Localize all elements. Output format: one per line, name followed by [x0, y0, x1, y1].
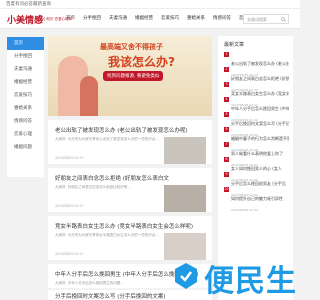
rank-badge: 10 [224, 187, 229, 192]
article-thumbnail[interactable] [164, 185, 206, 212]
article-date: 2023/08/05 02:11 [55, 252, 84, 256]
latest-article-date: 2023/08/05 02:04 [231, 208, 258, 212]
nav-item[interactable]: 婆媳关系 [187, 15, 205, 21]
article-excerpt: 大家好, 今天来为大家分享竞女半路表白女生怎么办的一些知识点... [55, 233, 159, 237]
nav-item[interactable]: 夫妻沟通 [109, 15, 127, 21]
nav-item[interactable]: 恋爱技巧 [161, 15, 179, 21]
article-thumbnail[interactable] [164, 137, 206, 164]
nav-item[interactable]: 婚姻经营 [135, 15, 153, 21]
rank-badge: 7 [224, 142, 229, 147]
category-sidebar: 首页 分手挽回 夫妻沟通 婚姻经营 恋爱技巧 婆媳关系 情感问答 恋爱心理 婚姻… [7, 37, 44, 177]
search-placeholder: 关键词搜索 [247, 17, 267, 22]
rank-badge: 1 [224, 52, 229, 57]
rank-badge: 4 [224, 97, 229, 102]
sidebar-item[interactable]: 婚姻经营 [7, 76, 44, 89]
article-date: 2023/08/05 02:13 [55, 156, 84, 160]
sidebar-item[interactable]: 恋爱技巧 [7, 89, 44, 102]
rank-badge: 3 [224, 82, 229, 87]
nav-item[interactable]: 首页 [66, 15, 75, 21]
latest-article-title[interactable]: 如何提升自己的魅力吸引异性 [231, 196, 289, 202]
article-excerpt: 大家好, 今天来为大家分享老公出轨了被发现怎么办的一些知识点... [55, 137, 159, 141]
watermark-icon [175, 263, 197, 289]
top-bar-text: 百度有问必答最新查询 [6, 2, 51, 7]
search-icon[interactable] [281, 17, 286, 22]
article-card[interactable]: 好朋友之间表白念怎么拒绝 (好朋友怎么表白文 大家好, 好朋友之间表白应该怎么拒… [48, 168, 212, 212]
rank-badge: 5 [224, 112, 229, 117]
sidebar-item[interactable]: 夫妻沟通 [7, 63, 44, 76]
latest-article-item[interactable]: 10如何提升自己的魅力吸引异性 2023/08/05 02:04 [224, 187, 292, 212]
sidebar-item[interactable]: 情感问答 [7, 115, 44, 128]
article-excerpt: 大家好, 好朋友之间表白应该怎么拒绝比较好呢... [55, 185, 131, 189]
article-excerpt: 大家好, 中年人分手后怎么挽回男生的问题... [55, 281, 124, 285]
sidebar-item[interactable]: 婚姻问题 [7, 141, 44, 154]
sidebar-item-home[interactable]: 首页 [7, 37, 44, 50]
article-card[interactable]: 老公出轨了被发现怎么办 (老公出轨了被发现怎么办呢) 大家好, 今天来为大家分享… [48, 120, 212, 164]
sidebar-item[interactable]: 婆媳关系 [7, 102, 44, 115]
nav-item[interactable]: 情感问答 [213, 15, 231, 21]
article-title[interactable]: 老公出轨了被发现怎么办 (老公出轨了被发现怎么办呢) [55, 126, 188, 134]
rank-badge: 6 [224, 127, 229, 132]
rank-badge: 9 [224, 172, 229, 177]
top-bar: 百度有问必答最新查询 [0, 0, 300, 9]
search-input[interactable]: 关键词搜索 [243, 14, 289, 24]
article-title[interactable]: 好朋友之间表白念怎么拒绝 (好朋友怎么表白文 [55, 174, 169, 182]
banner-illustration-child [80, 76, 98, 116]
article-title[interactable]: 竞女半路表白女生怎么办 (竞女半路表白女生会怎么样呢) [55, 222, 193, 230]
rank-badge: 2 [224, 67, 229, 72]
rank-badge: 8 [224, 157, 229, 162]
article-card[interactable]: 竞女半路表白女生怎么办 (竞女半路表白女生会怎么样呢) 大家好, 今天来为大家分… [48, 216, 212, 260]
article-title[interactable]: 分手后挽回时文案怎么写 (分手后挽回的文案) [55, 292, 166, 300]
article-date: 2023/08/05 02:12 [55, 204, 84, 208]
banner-subtitle: 找到问题根源, 要避免类似 [103, 71, 164, 81]
watermark-text: 便民生 [204, 264, 297, 299]
banner-headline: 最高端又舍不得孩子 [100, 43, 163, 51]
banner-title: 我该怎么办? [108, 55, 175, 69]
nav-item[interactable]: 分手挽回 [83, 15, 101, 21]
sidebar-item[interactable]: 分手挽回 [7, 50, 44, 63]
article-card[interactable]: 分手后挽回时文案怎么写 (分手后挽回的文案) [48, 290, 212, 300]
hero-banner[interactable]: 最高端又舍不得孩子 我该怎么办? 找到问题根源, 要避免类似 [48, 36, 212, 116]
sidebar-item[interactable]: 恋爱心理 [7, 128, 44, 141]
article-thumbnail[interactable] [164, 233, 206, 260]
site-header: 小美情感 情感小知识 恋爱心理学 首页 分手挽回 夫妻沟通 婚姻经营 恋爱技巧 … [0, 9, 300, 29]
panel-title: 最新文章 [224, 42, 245, 48]
